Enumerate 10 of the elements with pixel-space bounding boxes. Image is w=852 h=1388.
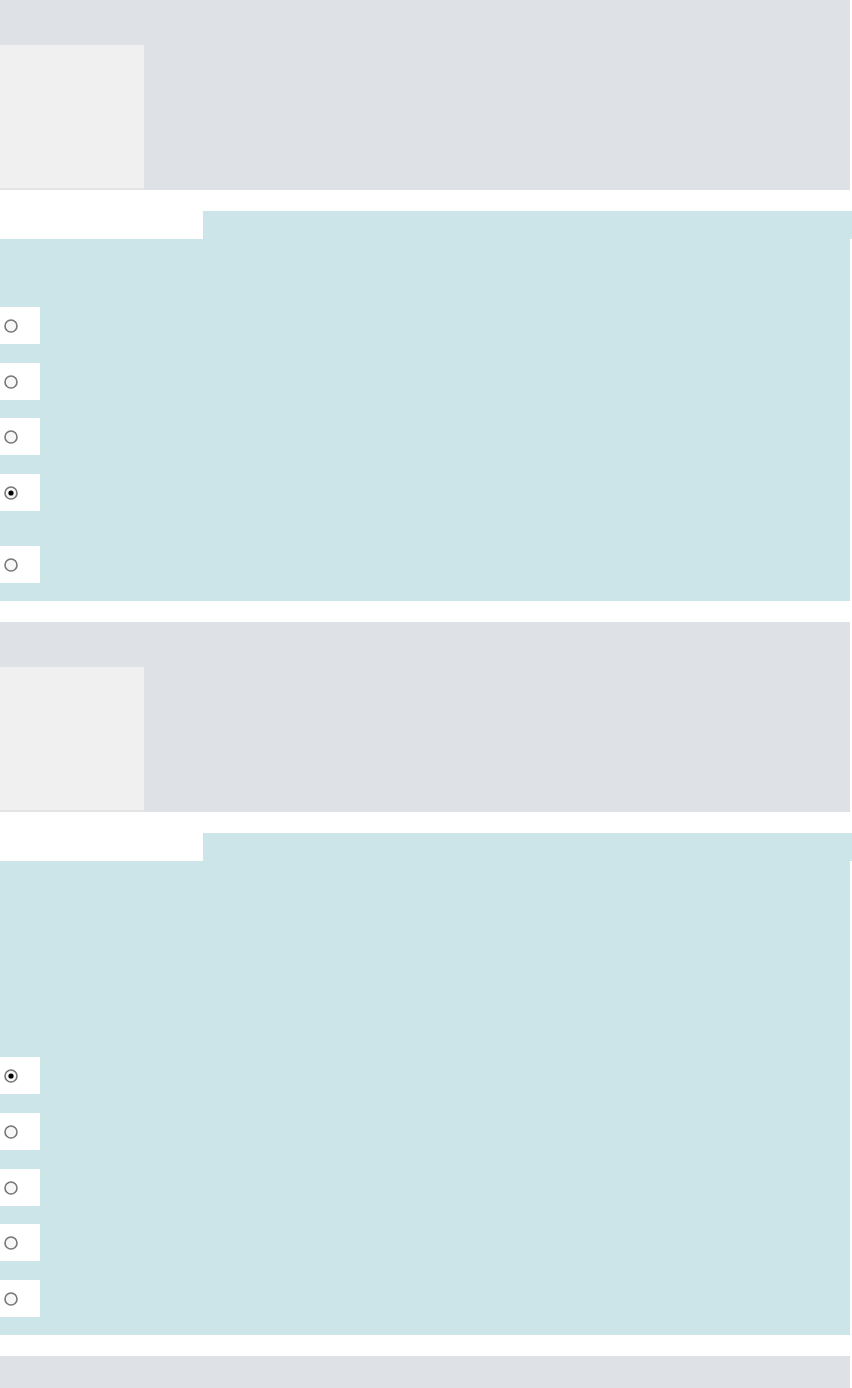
radio-button[interactable] bbox=[3, 373, 19, 390]
radio-button[interactable] bbox=[3, 1067, 19, 1084]
radio-button[interactable] bbox=[3, 1290, 19, 1307]
radio-button[interactable] bbox=[3, 484, 19, 501]
radio-button[interactable] bbox=[3, 1234, 19, 1251]
radio-button[interactable] bbox=[3, 556, 19, 573]
radio-button[interactable] bbox=[3, 317, 19, 334]
radio-button[interactable] bbox=[3, 1179, 19, 1196]
radio-button[interactable] bbox=[3, 428, 19, 445]
radio-button[interactable] bbox=[3, 1123, 19, 1140]
